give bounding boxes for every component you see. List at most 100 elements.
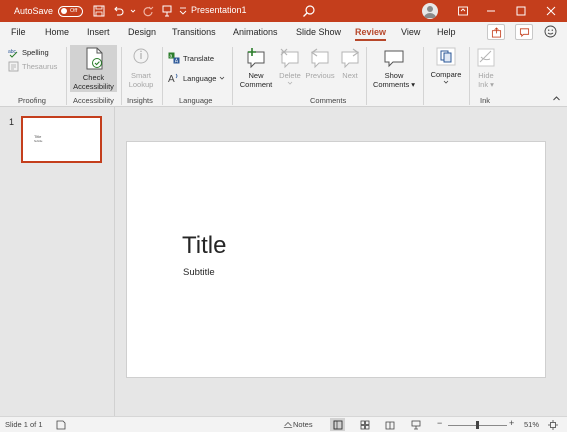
tab-design[interactable]: Design xyxy=(128,27,156,37)
svg-text:A: A xyxy=(168,74,175,84)
ribbon-separator xyxy=(469,47,470,105)
zoom-slider-thumb[interactable] xyxy=(476,421,479,429)
thumbnail-title: Title xyxy=(34,134,42,139)
toggle-knob xyxy=(61,8,68,14)
collapse-ribbon-icon[interactable] xyxy=(552,94,561,103)
autosave-state: Off xyxy=(70,7,78,14)
fit-to-window-icon[interactable] xyxy=(547,419,558,430)
language-label: Language xyxy=(183,73,217,83)
ribbon-separator xyxy=(423,47,424,105)
show-comments-button[interactable]: Show Comments ▾ xyxy=(369,47,419,89)
new-comment-line2: Comment xyxy=(239,80,273,89)
show-comments-icon xyxy=(384,50,404,68)
minimize-icon[interactable] xyxy=(476,0,506,22)
ribbon-separator xyxy=(121,47,122,105)
maximize-icon[interactable] xyxy=(506,0,536,22)
thesaurus-button[interactable]: Thesaurus xyxy=(8,61,57,72)
compare-button[interactable]: Compare xyxy=(427,46,465,87)
search-icon[interactable] xyxy=(302,4,316,18)
previous-comment-icon xyxy=(310,48,329,69)
tab-view[interactable]: View xyxy=(401,27,420,37)
slide-canvas[interactable]: Title Subtitle xyxy=(126,141,546,378)
autosave-label: AutoSave xyxy=(14,6,54,16)
compare-label: Compare xyxy=(430,70,462,79)
show-comments-line2-text: Comments xyxy=(372,80,410,89)
normal-view-icon[interactable] xyxy=(330,418,345,431)
tab-home[interactable]: Home xyxy=(45,27,69,37)
ribbon-separator xyxy=(232,47,233,105)
spelling-label: Spelling xyxy=(22,48,49,57)
hide-ink-button[interactable]: Hide Ink ▾ xyxy=(472,47,500,89)
close-icon[interactable] xyxy=(536,0,566,22)
chevron-down-icon xyxy=(443,80,449,84)
share-button[interactable] xyxy=(487,24,505,40)
smart-lookup-button[interactable]: Smart Lookup xyxy=(124,47,158,89)
group-label-ink: Ink xyxy=(480,96,491,105)
slide-title-placeholder[interactable]: Title xyxy=(182,232,226,260)
slide-thumbnail[interactable]: Title Subtitle xyxy=(21,116,102,163)
ribbon-separator xyxy=(162,47,163,105)
present-icon[interactable] xyxy=(160,4,174,18)
group-label-language: Language xyxy=(179,96,213,105)
chevron-down-icon xyxy=(287,81,293,85)
ribbon-display-options-icon[interactable] xyxy=(448,0,478,22)
group-label-comments: Comments xyxy=(310,96,347,105)
chevron-down-icon xyxy=(220,76,225,80)
avatar[interactable] xyxy=(422,3,438,19)
save-icon[interactable] xyxy=(92,4,106,18)
check-accessibility-line2: Accessibility xyxy=(73,82,114,91)
slide-subtitle-placeholder[interactable]: Subtitle xyxy=(183,267,215,278)
customize-toolbar-icon[interactable] xyxy=(179,4,187,18)
new-comment-button[interactable]: New Comment xyxy=(237,47,275,89)
tab-review[interactable]: Review xyxy=(355,27,387,41)
show-comments-line2: Comments ▾ xyxy=(372,80,416,89)
zoom-level[interactable]: 51% xyxy=(524,420,539,429)
thesaurus-icon xyxy=(8,61,19,72)
reading-view-icon[interactable] xyxy=(384,419,395,430)
zoom-out-button[interactable]: − xyxy=(437,418,442,428)
show-comments-line1: Show xyxy=(384,71,404,80)
group-label-accessibility: Accessibility xyxy=(73,96,114,105)
delete-comment-button[interactable]: Delete xyxy=(276,47,304,88)
delete-comment-label: Delete xyxy=(279,71,301,80)
tab-animations[interactable]: Animations xyxy=(233,27,278,37)
autosave-toggle[interactable]: Off xyxy=(58,5,84,17)
ribbon-separator xyxy=(66,47,67,105)
slide-count: Slide 1 of 1 xyxy=(5,420,43,429)
notes-button[interactable]: Notes xyxy=(293,420,313,429)
feedback-smiley-icon[interactable] xyxy=(544,25,557,38)
check-accessibility-button[interactable]: Check Accessibility xyxy=(70,45,117,92)
group-label-proofing: Proofing xyxy=(18,96,46,105)
thumbnail-number: 1 xyxy=(9,117,15,127)
tab-insert[interactable]: Insert xyxy=(87,27,110,37)
language-icon: A xyxy=(168,73,178,84)
title-bar: AutoSave Off Presentation1 xyxy=(0,0,567,22)
slide-editor-area: Title Subtitle xyxy=(116,107,567,416)
redo-icon[interactable] xyxy=(141,4,155,18)
translate-button[interactable]: aA Translate xyxy=(168,52,214,64)
ribbon: abc Spelling Thesaurus Proofing Check Ac… xyxy=(0,43,567,107)
comments-pane-button[interactable] xyxy=(515,24,533,40)
previous-comment-button[interactable]: Previous xyxy=(304,47,336,80)
thumbnail-subtitle: Subtitle xyxy=(34,140,43,143)
quick-access-toolbar xyxy=(92,4,187,18)
ribbon-tabs: File Home Insert Design Transitions Anim… xyxy=(0,22,567,43)
accessibility-status-icon[interactable] xyxy=(55,419,66,430)
hide-ink-line2-text: Ink xyxy=(478,80,489,89)
undo-dropdown-icon[interactable] xyxy=(130,4,136,18)
svg-text:a: a xyxy=(170,53,173,59)
check-accessibility-line1: Check xyxy=(82,73,105,82)
tab-file[interactable]: File xyxy=(11,27,26,37)
slide-show-icon[interactable] xyxy=(410,419,421,430)
status-bar: Slide 1 of 1 Notes − + 51% xyxy=(0,416,567,432)
tab-slide-show[interactable]: Slide Show xyxy=(296,27,341,37)
ribbon-separator xyxy=(366,47,367,105)
language-button[interactable]: A Language xyxy=(168,72,225,84)
spelling-button[interactable]: abc Spelling xyxy=(8,47,49,58)
zoom-in-button[interactable]: + xyxy=(509,418,514,428)
slide-sorter-icon[interactable] xyxy=(359,419,370,430)
tab-transitions[interactable]: Transitions xyxy=(172,27,216,37)
undo-icon[interactable] xyxy=(111,4,125,18)
next-comment-button[interactable]: Next xyxy=(337,47,363,80)
tab-help[interactable]: Help xyxy=(437,27,456,37)
